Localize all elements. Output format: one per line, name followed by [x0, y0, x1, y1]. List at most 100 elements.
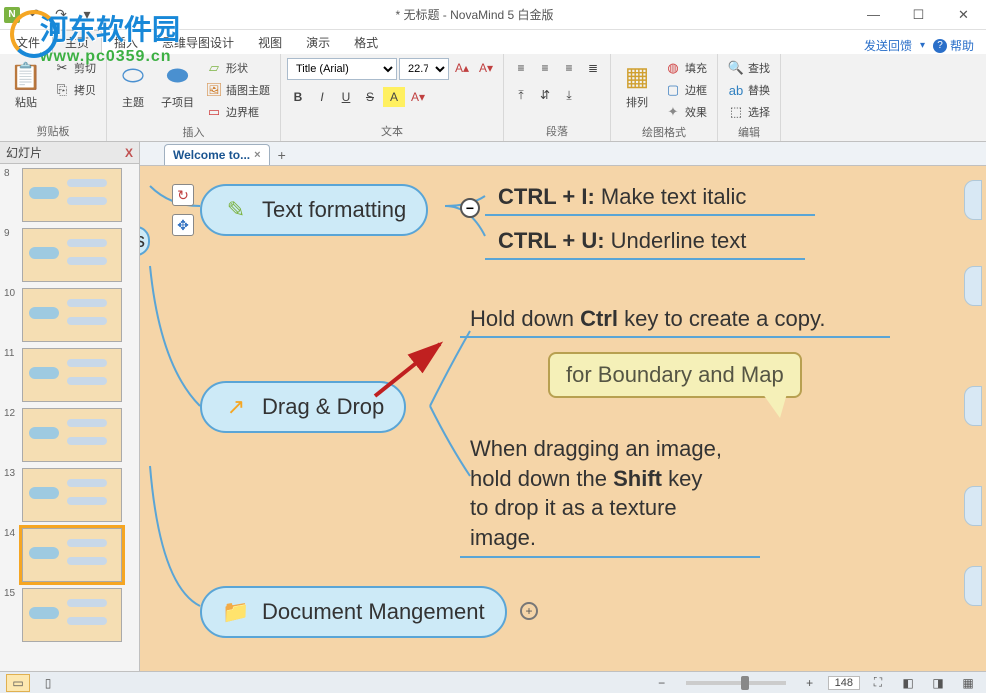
ghost-node[interactable] [964, 180, 982, 220]
subtopic-button[interactable]: ⬬ 子项目 [157, 58, 198, 112]
ghost-node[interactable] [964, 266, 982, 306]
view-normal-button[interactable]: ▭ [6, 674, 30, 692]
boundary-icon: ▭ [206, 104, 222, 120]
document-tab[interactable]: Welcome to... × [164, 144, 270, 165]
border-button[interactable]: ▢边框 [661, 80, 711, 100]
align-right-icon[interactable]: ≡ [558, 58, 580, 78]
shape-button[interactable]: ▱形状 [202, 58, 274, 78]
slide-thumbnail[interactable]: 8 [4, 168, 135, 222]
slide-thumbnail[interactable]: 14 [4, 528, 135, 582]
highlight-button[interactable]: A [383, 87, 405, 107]
callout-text: for Boundary and Map [566, 362, 784, 387]
arrange-button[interactable]: ▦ 排列 [617, 58, 657, 112]
slide-thumbnail[interactable]: 12 [4, 408, 135, 462]
slides-list[interactable]: 8 9 10 11 12 13 14 15 [0, 164, 139, 671]
statusbar: ▭ ▯ − + 148 ⛶ ◧ ◨ ▦ [0, 671, 986, 693]
copy-button[interactable]: ⎘拷贝 [50, 80, 100, 100]
effects-button[interactable]: ✦效果 [661, 102, 711, 122]
node-text-formatting[interactable]: ✎ Text formatting [200, 184, 428, 236]
slide-thumbnail[interactable]: 11 [4, 348, 135, 402]
zoom-value[interactable]: 148 [828, 676, 860, 690]
find-button[interactable]: 🔍查找 [724, 58, 774, 78]
boundary-button[interactable]: ▭边界框 [202, 102, 274, 122]
ghost-node[interactable] [964, 566, 982, 606]
mindmap-canvas[interactable]: s ↻ ✥ ✎ Text formatting − CTRL + I: Make… [140, 166, 986, 671]
qat-undo-icon[interactable]: ↶ [24, 4, 46, 26]
slide-thumbnail[interactable]: 15 [4, 588, 135, 642]
ghost-node[interactable] [964, 486, 982, 526]
bold-button[interactable]: B [287, 87, 309, 107]
replace-icon: ab [728, 82, 744, 98]
valign-mid-icon[interactable]: ⇵ [534, 85, 556, 105]
topic-icon: ⬭ [117, 60, 149, 92]
align-center-icon[interactable]: ≡ [534, 58, 556, 78]
tab-design[interactable]: 思维导图设计 [150, 31, 246, 54]
fill-button[interactable]: ◍填充 [661, 58, 711, 78]
feedback-link[interactable]: 发送回馈 [864, 37, 912, 54]
select-button[interactable]: ⬚选择 [724, 102, 774, 122]
canvas-area: Welcome to... × + s ↻ ✥ ✎ T [140, 142, 986, 671]
feedback-dropdown-icon[interactable]: ▾ [920, 40, 925, 51]
italic-button[interactable]: I [311, 87, 333, 107]
illustrated-button[interactable]: 🖼插图主题 [202, 80, 274, 100]
underline-3 [460, 336, 890, 338]
node-doc-management[interactable]: 📁 Document Mangement [200, 586, 507, 638]
add-tab-button[interactable]: + [270, 145, 294, 165]
minimize-button[interactable]: — [851, 0, 896, 30]
tab-view[interactable]: 视图 [246, 31, 294, 54]
rotate-handle-icon[interactable]: ↻ [172, 184, 194, 206]
child-ctrl-i[interactable]: CTRL + I: Make text italic [498, 184, 746, 210]
child-dd-shift[interactable]: When dragging an image, hold down the Sh… [470, 434, 722, 553]
view-mode-2-icon[interactable]: ◨ [926, 674, 950, 692]
slide-number: 8 [4, 168, 18, 222]
expand-button[interactable]: + [520, 602, 538, 620]
tab-home[interactable]: 主页 [52, 30, 102, 54]
qat-dropdown-icon[interactable]: ▾ [76, 4, 98, 26]
child-dd-copy[interactable]: Hold down Ctrl key to create a copy. [470, 306, 825, 332]
document-tab-close-icon[interactable]: × [254, 149, 260, 161]
child-ctrl-u[interactable]: CTRL + U: Underline text [498, 228, 746, 254]
replace-button[interactable]: ab替换 [724, 80, 774, 100]
view-mode-3-icon[interactable]: ▦ [956, 674, 980, 692]
slide-number: 9 [4, 228, 18, 282]
fit-window-button[interactable]: ⛶ [866, 674, 890, 692]
ghost-node[interactable] [964, 386, 982, 426]
slide-thumbnail[interactable]: 13 [4, 468, 135, 522]
collapse-button[interactable]: − [460, 198, 480, 218]
shrink-font-icon[interactable]: A▾ [475, 58, 497, 78]
zoom-thumb[interactable] [741, 676, 749, 690]
tab-present[interactable]: 演示 [294, 31, 342, 54]
help-button[interactable]: ? 帮助 [933, 37, 974, 54]
slides-close-button[interactable]: X [125, 146, 133, 160]
zoom-slider[interactable] [686, 681, 786, 685]
underline-1 [485, 214, 815, 216]
font-name-select[interactable]: Title (Arial) [287, 58, 397, 80]
underline-button[interactable]: U [335, 87, 357, 107]
tab-format[interactable]: 格式 [342, 31, 390, 54]
tab-file[interactable]: 文件 [4, 31, 52, 54]
cut-button[interactable]: ✂剪切 [50, 58, 100, 78]
font-color-button[interactable]: A▾ [407, 87, 429, 107]
tab-insert[interactable]: 插入 [102, 31, 150, 54]
topic-button[interactable]: ⬭ 主题 [113, 58, 153, 112]
close-button[interactable]: ✕ [941, 0, 986, 30]
bullets-icon[interactable]: ≣ [582, 58, 604, 78]
partial-node-left[interactable]: s [140, 226, 150, 256]
ribbon-label-paragraph: 段落 [510, 121, 604, 139]
valign-top-icon[interactable]: ⤒ [510, 85, 532, 105]
align-left-icon[interactable]: ≡ [510, 58, 532, 78]
view-present-button[interactable]: ▯ [36, 674, 60, 692]
valign-bot-icon[interactable]: ⤓ [558, 85, 580, 105]
zoom-in-button[interactable]: + [798, 674, 822, 692]
strike-button[interactable]: S [359, 87, 381, 107]
font-size-select[interactable]: 22.75 [399, 58, 449, 80]
grow-font-icon[interactable]: A▴ [451, 58, 473, 78]
paste-button[interactable]: 📋 粘贴 [6, 58, 46, 112]
view-mode-1-icon[interactable]: ◧ [896, 674, 920, 692]
slide-thumbnail[interactable]: 10 [4, 288, 135, 342]
zoom-out-button[interactable]: − [650, 674, 674, 692]
slide-thumbnail[interactable]: 9 [4, 228, 135, 282]
qat-redo-icon[interactable]: ↷ [50, 4, 72, 26]
maximize-button[interactable]: ☐ [896, 0, 941, 30]
move-handle-icon[interactable]: ✥ [172, 214, 194, 236]
